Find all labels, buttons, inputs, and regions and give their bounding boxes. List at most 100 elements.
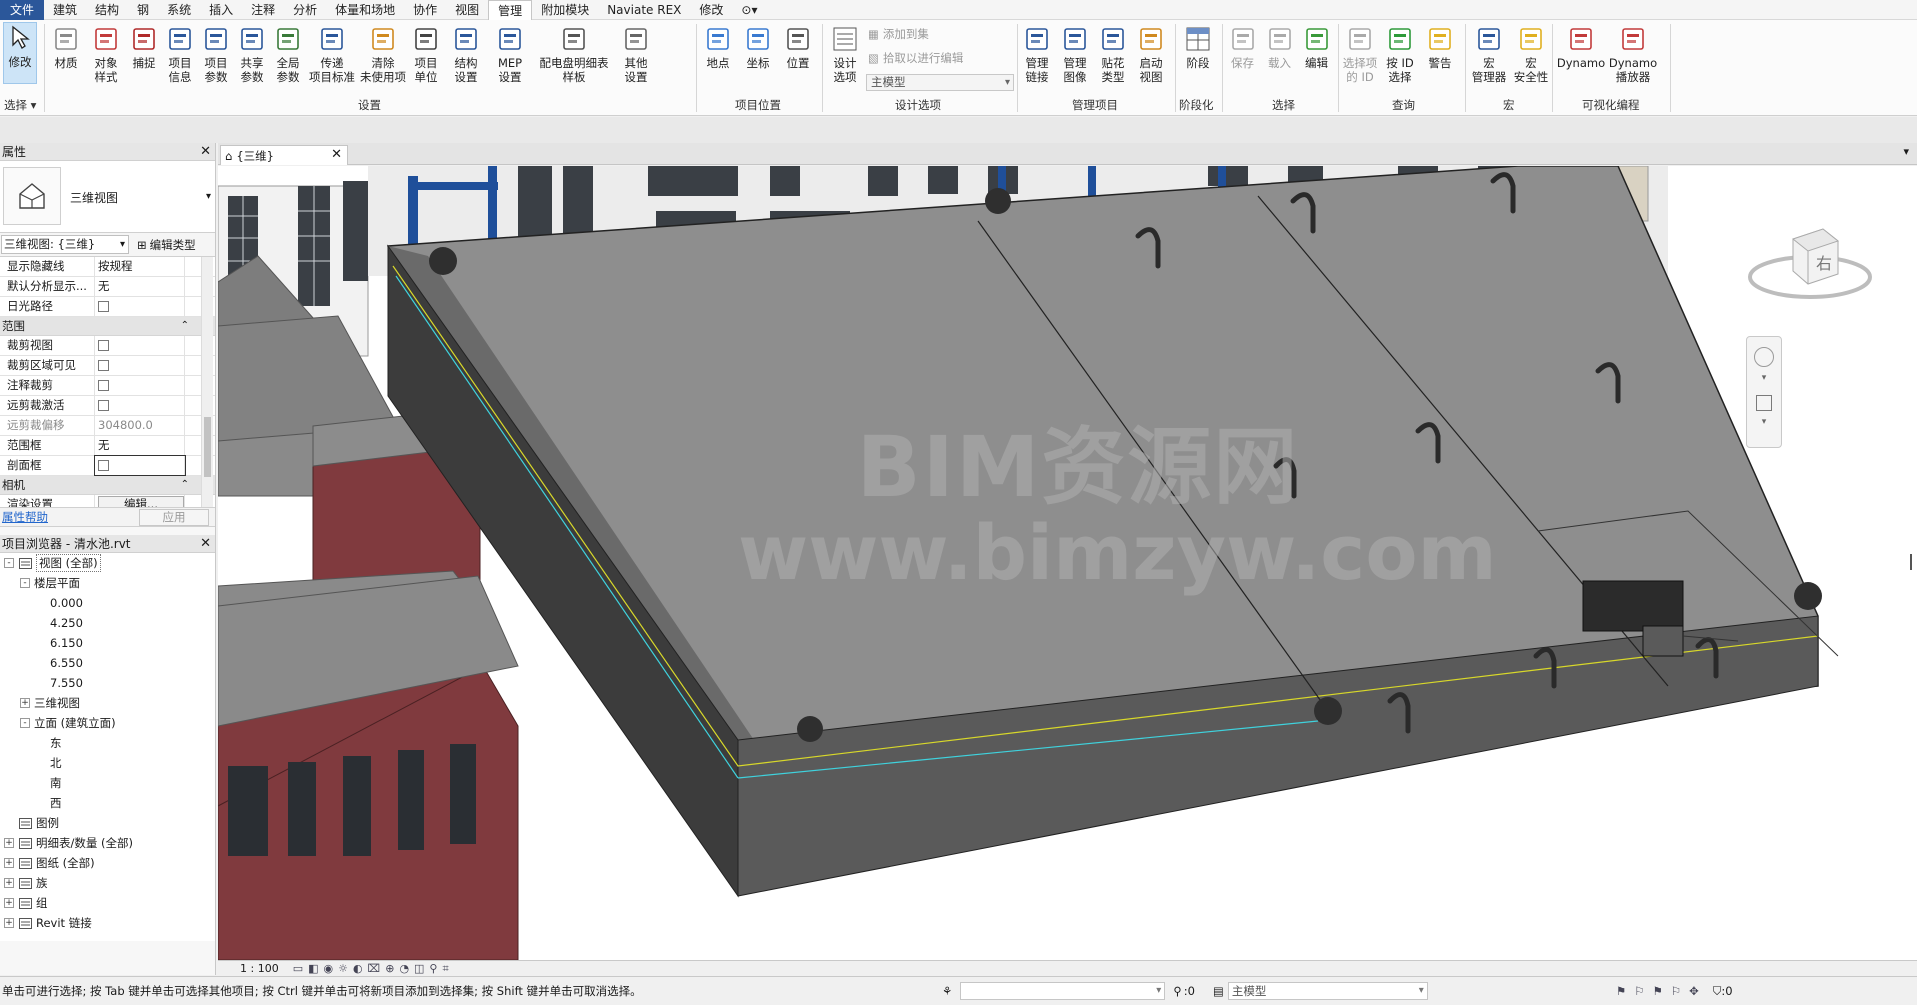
snap-button[interactable]: 捕捉 [128,24,160,70]
tab-options-icon[interactable]: ⊙▾ [732,0,766,20]
collapse-icon[interactable]: - [4,558,14,568]
project-units-button[interactable]: 项目 单位 [410,24,442,84]
edit-type-button[interactable]: ⊞ 编辑类型 [137,237,196,253]
chevron-down-icon[interactable]: ▾ [1747,373,1781,383]
manage-images-button[interactable]: 管理 图像 [1058,24,1092,84]
checkbox[interactable] [98,380,109,391]
canvas-scrollbar[interactable] [1907,166,1917,960]
structural-settings-button[interactable]: 结构 设置 [446,24,486,84]
steering-wheel-icon[interactable] [1754,347,1774,367]
edit-render-settings-button[interactable]: 编辑... [98,496,184,507]
view-scale[interactable]: 1 : 100 [240,962,279,975]
checkbox[interactable] [98,360,109,371]
save-selection-button[interactable]: 保存 [1226,24,1259,70]
drawing-canvas[interactable]: BIM资源网 www.bimzyw.com 右 ▾ ▾ [218,166,1917,960]
property-value[interactable]: 304800.0 [95,416,185,435]
browser-node[interactable]: 图例 [0,813,215,833]
starting-view-button[interactable]: 启动 视图 [1134,24,1168,84]
phases-button[interactable]: 阶段 [1181,24,1215,70]
tab-10[interactable]: 视图 [446,0,488,20]
select-by-id-button[interactable]: 按 ID 选择 [1382,24,1418,84]
workset-combo[interactable] [960,982,1166,1000]
property-value[interactable] [95,297,185,316]
tab-4[interactable]: 系统 [158,0,200,20]
ids-of-selection-button[interactable]: 选择项的 ID [1342,24,1378,84]
pick-to-edit-button[interactable]: ▧ 拾取以进行编辑 [868,50,963,66]
global-params-button[interactable]: 全局 参数 [272,24,304,84]
tab-1[interactable]: 建筑 [44,0,86,20]
edit-selection-button[interactable]: 编辑 [1300,24,1333,70]
browser-node[interactable]: 7.550 [0,673,215,693]
filter-icon[interactable]: ⛉ [1713,984,1722,999]
browser-node[interactable]: 南 [0,773,215,793]
collapse-icon[interactable]: - [20,718,30,728]
panel-title-select[interactable]: 选择 ▾ [4,97,36,113]
project-info-button[interactable]: 项目 信息 [164,24,196,84]
navigation-bar[interactable]: ▾ ▾ [1746,336,1782,448]
position-button[interactable]: 位置 [780,24,816,70]
mep-settings-button[interactable]: MEP 设置 [490,24,530,84]
viewcube[interactable]: 右 [1738,219,1878,324]
macro-security-button[interactable]: 宏安全性 [1512,24,1550,84]
dynamo-player-button[interactable]: Dynamo 播放器 [1608,24,1658,84]
property-value[interactable] [95,396,185,415]
collapse-icon[interactable]: ⌃ [181,476,189,494]
browser-node[interactable]: + 族 [0,873,215,893]
tab-5[interactable]: 插入 [200,0,242,20]
type-selector[interactable]: 三维视图 ▾ [0,161,215,233]
tab-14[interactable]: 修改 [690,0,732,20]
coordinates-button[interactable]: 坐标 [740,24,776,70]
checkbox[interactable] [98,340,109,351]
collapse-icon[interactable]: - [20,578,30,588]
browser-node[interactable]: - 楼层平面 [0,573,215,593]
browser-node[interactable]: 北 [0,753,215,773]
browser-node[interactable]: 6.150 [0,633,215,653]
decal-types-button[interactable]: 贴花 类型 [1096,24,1130,84]
expand-icon[interactable]: + [20,698,30,708]
browser-node[interactable]: + 明细表/数量 (全部) [0,833,215,853]
expand-icon[interactable]: + [4,858,14,868]
design-options-button[interactable]: 设计 选项 [828,24,862,84]
tab-9[interactable]: 协作 [404,0,446,20]
expand-icon[interactable]: + [4,838,14,848]
manage-links-button[interactable]: 管理 链接 [1020,24,1054,84]
tab-0[interactable]: 文件 [0,0,45,20]
browser-node[interactable]: 0.000 [0,593,215,613]
browser-node[interactable]: - 视图 (全部) [0,553,215,573]
property-value[interactable] [95,336,185,355]
property-value[interactable]: 编辑... [95,495,185,507]
browser-node[interactable]: + 图纸 (全部) [0,853,215,873]
tab-7[interactable]: 分析 [284,0,326,20]
chevron-down-icon[interactable]: ▾ [1747,417,1781,427]
property-group-header[interactable]: 相机 ⌃ [0,476,215,495]
property-value[interactable] [94,455,186,476]
active-design-option-combo[interactable]: 主模型 [1227,982,1428,1000]
design-option-combo[interactable]: 主模型 [866,74,1014,91]
purge-button[interactable]: 清除 未使用项 [360,24,406,84]
browser-node[interactable]: 东 [0,733,215,753]
transfer-standards-button[interactable]: 传递 项目标准 [308,24,356,84]
location-button[interactable]: 地点 [700,24,736,70]
design-options-status-icon[interactable]: ▤ [1213,984,1224,998]
property-value[interactable] [95,356,185,375]
expand-icon[interactable]: + [4,898,14,908]
view-control-icons[interactable]: ▭◧◉☼◐⌧⊕◔◫⚲⌗ [293,962,454,976]
property-value[interactable]: 按规程 [95,257,185,276]
tab-12[interactable]: 附加模块 [532,0,598,20]
browser-node[interactable]: - 立面 (建筑立面) [0,713,215,733]
shared-params-button[interactable]: 共享 参数 [236,24,268,84]
tab-8[interactable]: 体量和场地 [326,0,404,20]
checkbox[interactable] [98,460,109,471]
tab-13[interactable]: Naviate REX [598,0,690,20]
close-icon[interactable]: ✕ [331,146,342,164]
browser-node[interactable]: + 三维视图 [0,693,215,713]
expand-icon[interactable]: + [4,878,14,888]
add-to-set-button[interactable]: ▦ 添加到集 [868,26,929,42]
close-icon[interactable]: ✕ [200,535,211,553]
checkbox[interactable] [98,301,109,312]
expand-icon[interactable]: + [4,918,14,928]
object-styles-button[interactable]: 对象 样式 [88,24,124,84]
dynamo-button[interactable]: Dynamo [1557,24,1605,70]
zoom-icon[interactable] [1756,395,1772,411]
panel-schedule-button[interactable]: 配电盘明细表 样板 [534,24,614,84]
